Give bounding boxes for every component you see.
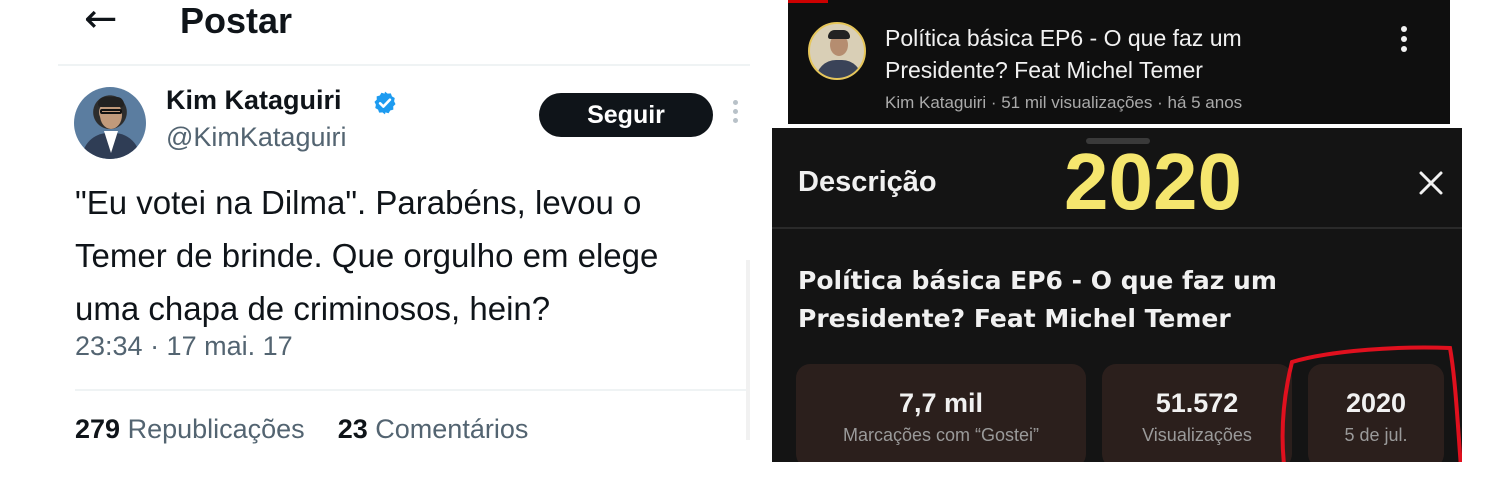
description-video-title: Política básica EP6 - O que faz um Presi… — [798, 266, 1277, 333]
red-circle-annotation — [1280, 345, 1462, 462]
description-heading: Descrição — [798, 166, 937, 198]
stats-divider — [75, 389, 750, 391]
description-panel: Descrição 2020 Política básica EP6 - O q… — [772, 128, 1462, 462]
video-meta: Kim Kataguiri · 51 mil visualizações · h… — [885, 93, 1243, 112]
tweet-text: "Eu votei na Dilma". Parabéns, levou o T… — [75, 176, 755, 335]
progress-line — [788, 0, 828, 3]
youtube-video-card[interactable]: Política básica EP6 - O que faz um Presi… — [788, 0, 1450, 124]
more-vertical-icon[interactable] — [1401, 26, 1409, 56]
tweet-screenshot: ← Postar Kim Kataguiri @KimKataguiri Seg… — [0, 0, 760, 500]
crop-edge — [746, 260, 750, 440]
likes-value: 7,7 mil — [898, 388, 984, 418]
follow-button[interactable]: Seguir — [539, 93, 713, 137]
page-title: Postar — [180, 0, 293, 41]
more-options-icon[interactable] — [732, 100, 740, 128]
panel-divider — [772, 227, 1462, 229]
tweet-text-line: "Eu votei na Dilma". Parabéns, levou o — [75, 184, 642, 221]
tweet-text-line: uma chapa de criminosos, hein? — [75, 290, 551, 327]
views-label: Visualizações — [1142, 425, 1252, 445]
author-handle[interactable]: @KimKataguiri — [166, 122, 346, 153]
reposts-count[interactable]: 279 — [75, 414, 120, 444]
reposts-label[interactable]: Republicações — [128, 414, 305, 444]
video-title[interactable]: Política básica EP6 - O que faz um Presi… — [885, 22, 1365, 86]
author-name[interactable]: Kim Kataguiri — [166, 85, 342, 116]
tweet-text-line: Temer de brinde. Que orgulho em elege — [75, 237, 659, 274]
back-arrow-icon[interactable]: ← — [84, 0, 118, 42]
comments-count[interactable]: 23 — [338, 414, 368, 444]
header-divider — [58, 64, 750, 66]
comments-label[interactable]: Comentários — [375, 414, 528, 444]
likes-label: Marcações com “Gostei” — [842, 425, 1040, 445]
close-icon[interactable] — [1416, 168, 1446, 198]
author-avatar[interactable] — [74, 87, 146, 159]
views-stat-card: 51.572 Visualizações — [1102, 364, 1292, 462]
views-value: 51.572 — [1155, 388, 1239, 418]
likes-stat-card: 7,7 mil Marcações com “Gostei” — [796, 364, 1086, 462]
tweet-timestamp[interactable]: 23:34 · 17 mai. 17 — [75, 331, 293, 362]
verified-badge-icon — [374, 91, 396, 115]
tweet-stats: 279 Republicações 23 Comentários — [75, 414, 528, 445]
channel-avatar[interactable] — [808, 22, 866, 80]
year-overlay-annotation: 2020 — [1064, 137, 1242, 226]
